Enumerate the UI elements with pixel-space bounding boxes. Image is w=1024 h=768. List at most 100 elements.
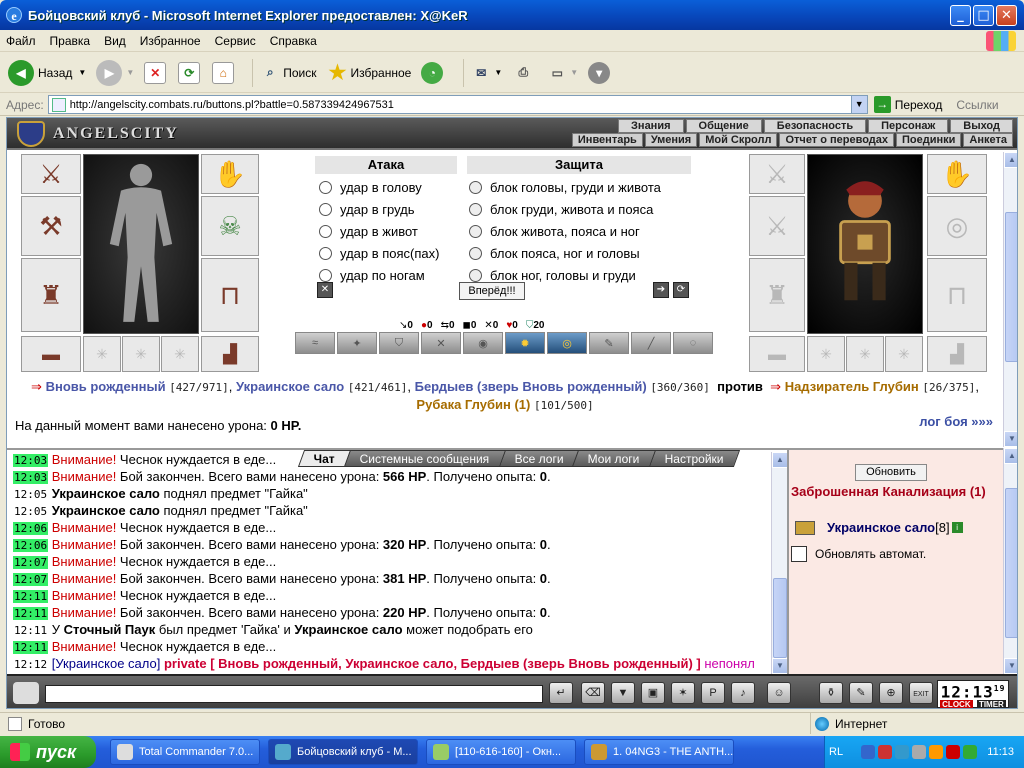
- smiley-icon[interactable]: ☺: [767, 682, 791, 704]
- menu-exit[interactable]: Выход: [950, 119, 1013, 133]
- bag-icon[interactable]: ⚱: [819, 682, 843, 704]
- lock-icon[interactable]: ⊕: [879, 682, 903, 704]
- task-total-commander[interactable]: Total Commander 7.0...: [110, 739, 260, 765]
- enemy-slot-boots[interactable]: ▟: [927, 336, 987, 372]
- skill-slot-2[interactable]: ✦: [337, 332, 377, 354]
- skill-slot-6[interactable]: ✹: [505, 332, 545, 354]
- links-button[interactable]: Ссылки: [956, 98, 998, 112]
- scroll-down-icon[interactable]: ▼: [1004, 658, 1017, 674]
- skill-slot-8[interactable]: ✎: [589, 332, 629, 354]
- stop-button[interactable]: ✕: [144, 61, 168, 84]
- tray-messenger-icon[interactable]: [895, 745, 910, 759]
- timer-tab[interactable]: TIMER: [976, 700, 1006, 708]
- attack-option-belt[interactable]: удар в пояс(пах): [315, 244, 439, 262]
- enemy-name[interactable]: Рубака Глубин (1): [416, 397, 530, 412]
- messenger-button[interactable]: ▾: [588, 61, 614, 84]
- radio-button[interactable]: [319, 246, 332, 260]
- skill-slot-10[interactable]: ◌: [673, 332, 713, 354]
- menu-help[interactable]: Справка: [270, 34, 317, 48]
- equip-slot-legs[interactable]: ⊓: [201, 258, 259, 332]
- print-button[interactable]: ⎙: [512, 62, 536, 84]
- fighter-name[interactable]: Украинское сало: [236, 379, 344, 394]
- attack-option-head[interactable]: удар в голову: [315, 178, 422, 196]
- clock-tab[interactable]: CLOCK: [940, 700, 973, 708]
- chevron-down-icon[interactable]: ▼: [850, 96, 867, 113]
- enemy-name[interactable]: Надзиратель Глубин: [785, 379, 919, 394]
- battle-log-link[interactable]: лог боя »»»: [919, 414, 993, 429]
- menu-file[interactable]: Файл: [6, 34, 36, 48]
- chevron-down-icon[interactable]: ▼: [78, 68, 86, 77]
- chat-username[interactable]: Украинское сало: [52, 503, 160, 518]
- scroll-thumb[interactable]: [773, 578, 787, 658]
- skill-slot-5[interactable]: ◉: [463, 332, 503, 354]
- tray-icon[interactable]: [912, 745, 927, 759]
- forward-attack-button[interactable]: Вперёд!!!: [459, 282, 525, 300]
- tab-all-logs[interactable]: Все логи: [498, 450, 580, 467]
- defense-option-4[interactable]: блок пояса, ног и головы: [465, 244, 640, 262]
- eraser-icon[interactable]: ⌫: [581, 682, 605, 704]
- exit-icon[interactable]: EXIT: [909, 682, 933, 704]
- scroll-thumb[interactable]: [1005, 212, 1017, 362]
- menu-knowledge[interactable]: Знания: [618, 119, 684, 133]
- radio-button[interactable]: [319, 202, 332, 216]
- menu-profile[interactable]: Анкета: [963, 133, 1013, 147]
- tray-volume-icon[interactable]: [929, 745, 944, 759]
- menu-edit[interactable]: Правка: [50, 34, 91, 48]
- side-scrollbar[interactable]: ▲ ▼: [1003, 448, 1017, 674]
- menu-security[interactable]: Безопасность: [763, 119, 867, 133]
- radio-button[interactable]: [469, 268, 482, 282]
- menu-view[interactable]: Вид: [104, 34, 126, 48]
- forward-button[interactable]: ▶ ▼: [96, 59, 134, 86]
- edit-button[interactable]: ▭ ▼: [546, 62, 579, 84]
- enemy-slot-1[interactable]: ⚔: [749, 154, 805, 194]
- start-button[interactable]: пуск: [0, 736, 96, 768]
- cancel-attack-button[interactable]: ✕: [317, 282, 333, 298]
- menu-skills[interactable]: Умения: [644, 133, 698, 147]
- menu-character[interactable]: Персонаж: [868, 119, 949, 133]
- menu-tools[interactable]: Сервис: [215, 34, 256, 48]
- skill-slot-4[interactable]: ✕: [421, 332, 461, 354]
- radio-button[interactable]: [469, 202, 482, 216]
- battle-scrollbar[interactable]: ▲ ▼: [1003, 152, 1017, 447]
- info-icon[interactable]: i: [951, 522, 963, 533]
- menu-communication[interactable]: Общение: [685, 119, 762, 133]
- tab-system[interactable]: Системные сообщения: [343, 450, 506, 467]
- chat-username[interactable]: Украинское сало: [294, 622, 402, 637]
- menu-inventory[interactable]: Инвентарь: [571, 133, 643, 147]
- enemy-slot-armor[interactable]: ♜: [749, 258, 805, 332]
- scroll-up-icon[interactable]: ▲: [1004, 152, 1017, 168]
- menu-my-scroll[interactable]: Мой Скролл: [699, 133, 778, 147]
- tab-chat[interactable]: Чат: [297, 450, 352, 467]
- equip-slot-earrings[interactable]: ⚔: [21, 154, 81, 194]
- chat-username[interactable]: Сточный Паук: [64, 622, 156, 637]
- tab-my-logs[interactable]: Мои логи: [572, 450, 657, 467]
- tray-security-icon[interactable]: [946, 745, 961, 759]
- equip-slot-boots[interactable]: ▟: [201, 336, 259, 372]
- radio-button[interactable]: [319, 268, 332, 282]
- auto-attack-button[interactable]: ➔: [653, 282, 669, 298]
- address-input[interactable]: http://angelscity.combats.ru/buttons.pl?…: [47, 95, 868, 114]
- menu-battles[interactable]: Поединки: [896, 133, 962, 147]
- attack-option-stomach[interactable]: удар в живот: [315, 222, 418, 240]
- defense-option-2[interactable]: блок груди, живота и пояса: [465, 200, 653, 218]
- equip-slot-ring-2[interactable]: ✳: [122, 336, 160, 372]
- tray-globe-icon[interactable]: [963, 745, 978, 759]
- language-indicator[interactable]: RL: [829, 746, 843, 758]
- scroll-up-icon[interactable]: ▲: [1004, 448, 1017, 464]
- tray-app-icon[interactable]: [878, 745, 893, 759]
- tab-settings[interactable]: Настройки: [649, 450, 741, 467]
- auto-refresh-toggle[interactable]: Обновлять автомат.: [791, 546, 926, 562]
- scroll-up-icon[interactable]: ▲: [772, 452, 788, 468]
- enemy-slot-weapon[interactable]: ⚔: [749, 196, 805, 256]
- person-icon[interactable]: ✶: [671, 682, 695, 704]
- enemy-slot-legs[interactable]: ⊓: [927, 258, 987, 332]
- maximize-button[interactable]: □: [973, 5, 994, 26]
- radio-button[interactable]: [469, 246, 482, 260]
- minimize-button[interactable]: _: [950, 5, 971, 26]
- equip-slot-weapon[interactable]: ⚒: [21, 196, 81, 256]
- task-chat-window[interactable]: [110-616-160] - Окн...: [426, 739, 576, 765]
- radio-button[interactable]: [469, 180, 482, 194]
- skill-slot-3[interactable]: ⛉: [379, 332, 419, 354]
- refresh-list-button[interactable]: Обновить: [855, 464, 927, 481]
- filter-icon[interactable]: ▼: [611, 682, 635, 704]
